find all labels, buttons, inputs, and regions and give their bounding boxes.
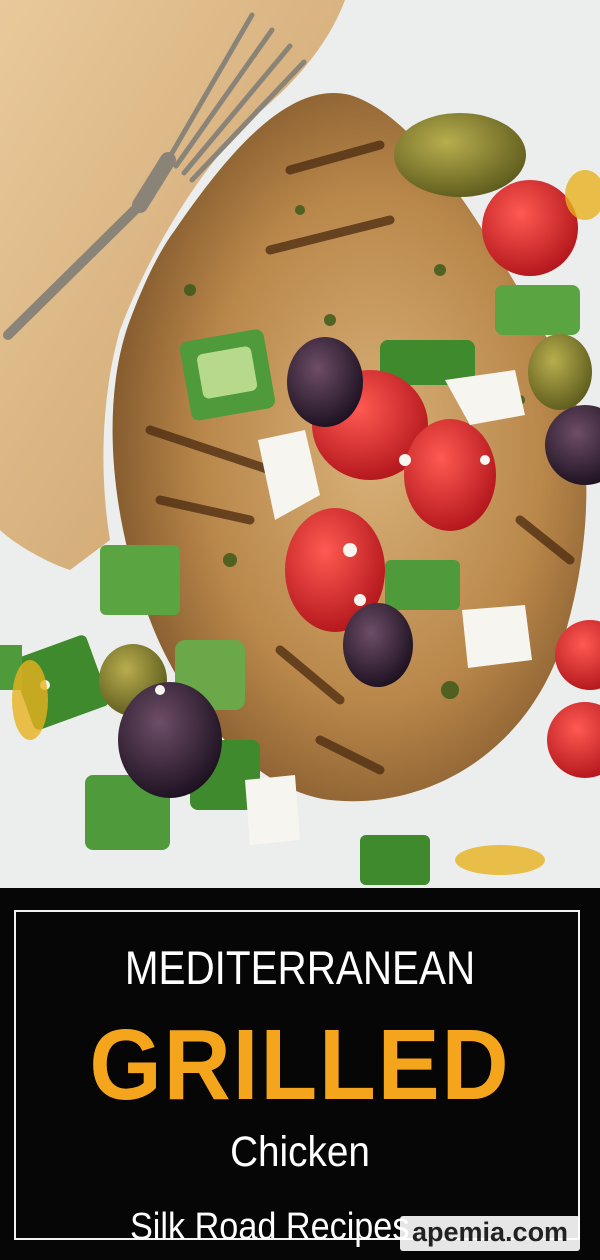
grilled-chicken-plate-image [0,0,600,888]
food-photo [0,0,600,888]
brand-name: Silk Road Recipes [130,1206,410,1248]
title-line-chicken: Chicken [230,1128,370,1176]
title-line-mediterranean: MEDITERRANEAN [124,941,476,994]
title-banner: MEDITERRANEAN GRILLED Chicken Silk Road … [0,888,600,1260]
title-line-grilled: GRILLED [89,1009,511,1121]
watermark: apemia.com [400,1216,581,1251]
